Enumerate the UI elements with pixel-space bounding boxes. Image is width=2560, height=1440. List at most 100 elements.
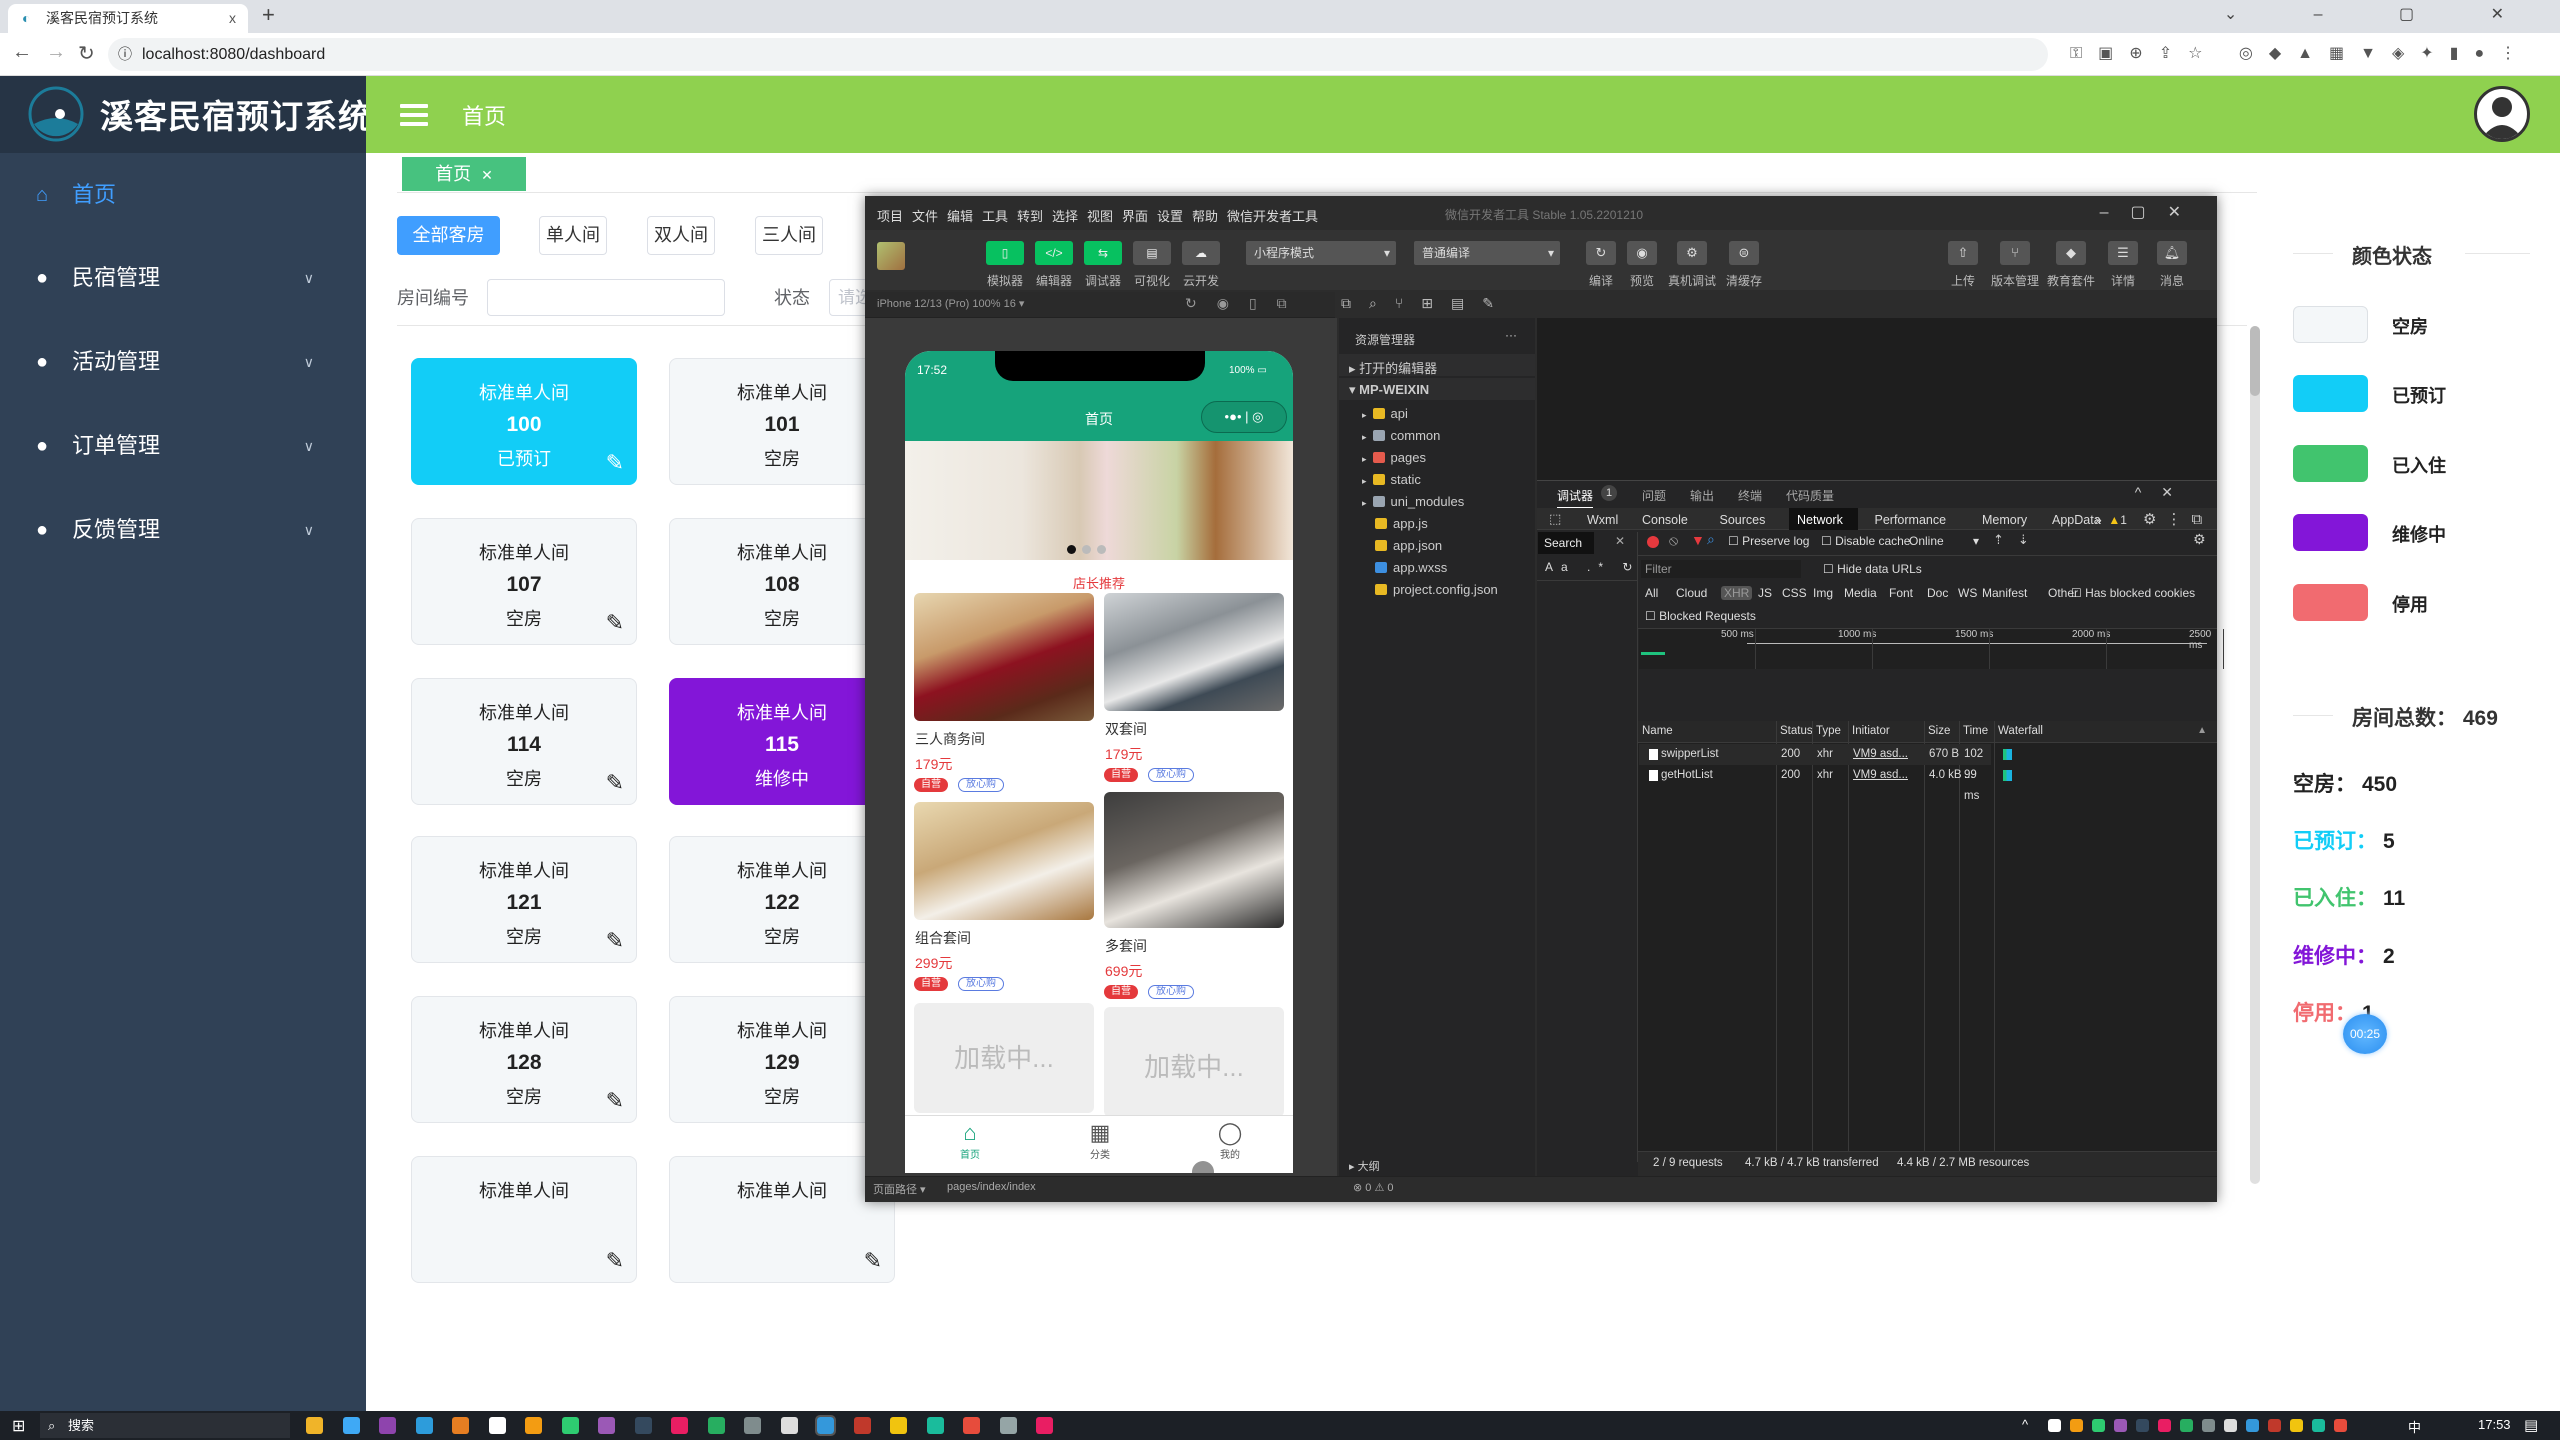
devtools-tab-performance[interactable]: Performance (1875, 513, 1947, 527)
phone-tab-0[interactable]: ⌂ 首页 (905, 1120, 1035, 1161)
preserve-log-checkbox[interactable]: ☐ Preserve log (1728, 534, 1809, 548)
room-card[interactable]: 标准单人间 107 空房 ✎ (411, 518, 637, 645)
taskbar-app-icon[interactable] (452, 1417, 469, 1434)
toolbar-right-button[interactable]: ⑂ (2000, 241, 2030, 265)
room-card[interactable]: 标准单人间 ✎ (411, 1156, 637, 1283)
throttle-select[interactable]: Online ▾ (1909, 534, 1979, 548)
toolbar-4-button[interactable]: ☁ (1182, 241, 1220, 265)
mode-dropdown[interactable]: 小程序模式 ▾ (1246, 241, 1396, 265)
tray-icon[interactable] (2246, 1419, 2259, 1432)
type-filter[interactable]: Doc (1927, 586, 1948, 600)
product-image[interactable] (1104, 792, 1284, 928)
devtools-settings[interactable]: ⚙⋮⧉ (2143, 510, 2212, 528)
close-search-icon[interactable]: ✕ (1615, 534, 1625, 548)
room-card[interactable]: 标准单人间108空房✎ (669, 518, 895, 645)
taskbar-app-icon[interactable] (707, 1417, 725, 1434)
menu-item[interactable]: 微信开发者工具 (1227, 206, 1318, 225)
sidebar-item-0[interactable]: ⌂ 首页 (0, 160, 366, 230)
menu-item[interactable]: 帮助 (1192, 206, 1218, 225)
filter-button[interactable]: 双人间 (647, 216, 715, 255)
toolbar-action-button[interactable]: ↻ (1586, 241, 1616, 265)
toolbar-right-button[interactable]: 🔔︎ (2157, 241, 2187, 265)
toolbar-3-button[interactable]: ▤ (1133, 241, 1171, 265)
toolbar-action-button[interactable]: ◉ (1627, 241, 1657, 265)
recording-timer[interactable]: 00:25 (2343, 1014, 2387, 1054)
menu-toggle-icon[interactable] (400, 104, 428, 126)
record-button[interactable] (1647, 536, 1659, 548)
product-name[interactable]: 多套间 (1105, 936, 1147, 956)
panel-tab[interactable]: 输出 (1690, 487, 1714, 504)
menu-item[interactable]: 编辑 (947, 206, 973, 225)
reload-icon[interactable]: ↻ (78, 41, 95, 66)
taskbar-app-icon[interactable] (598, 1417, 615, 1434)
toolbar-2-button[interactable]: ⇆ (1084, 241, 1122, 265)
toolbar-right-button[interactable]: ☰ (2108, 241, 2138, 265)
taskbar-app-icon[interactable] (926, 1417, 944, 1434)
tray-icon[interactable] (2180, 1419, 2193, 1432)
tray-icon[interactable] (2048, 1419, 2061, 1432)
type-filter[interactable]: All (1645, 586, 1658, 600)
explorer-file[interactable]: app.js (1375, 516, 1428, 531)
type-filter[interactable]: WS (1958, 586, 1977, 600)
tray-icon[interactable] (2224, 1419, 2237, 1432)
panel-tab[interactable]: 调试器 (1557, 487, 1594, 508)
devtools-window-controls[interactable]: –▢✕ (2100, 202, 2203, 222)
taskbar-app-icon[interactable] (671, 1417, 688, 1434)
extension-icons[interactable]: ⚿▣⊕⇪☆ ◎◆▲▦▼◈✦▮●⋮ (2070, 43, 2532, 63)
filter-input[interactable]: Filter (1641, 560, 1801, 578)
taskbar-app-icon[interactable] (634, 1417, 652, 1434)
network-overview[interactable]: 500 ms 1000 ms 1500 ms 2000 ms 2500 ms (1639, 629, 2224, 669)
toolbar-0-button[interactable]: ▯ (986, 241, 1024, 265)
tray-icon[interactable] (2268, 1419, 2281, 1432)
taskbar-app-icon[interactable] (780, 1417, 798, 1434)
banner-swiper[interactable] (905, 441, 1293, 560)
tag-close-icon[interactable]: ✕ (481, 167, 493, 183)
inspect-element-icon[interactable]: ⬚ (1549, 511, 1561, 527)
taskbar-app-icon[interactable] (488, 1417, 506, 1434)
edit-icon[interactable]: ✎ (606, 610, 624, 636)
tray-icon[interactable] (2070, 1419, 2083, 1432)
filter-button[interactable]: 单人间 (539, 216, 607, 255)
menu-item[interactable]: 视图 (1087, 206, 1113, 225)
sidebar-item-3[interactable]: ● 订单管理 ∨ (0, 411, 366, 481)
column-header[interactable]: Type (1816, 725, 1841, 737)
network-row[interactable]: getHotList 200 xhr VM9 asd... 4.0 kB 99 ms (1639, 765, 2012, 802)
taskbar-app-icon[interactable] (1036, 1417, 1053, 1434)
room-card[interactable]: 标准单人间129空房✎ (669, 996, 895, 1123)
phone-tab-2[interactable]: ◯ 我的 (1165, 1120, 1293, 1161)
explorer-more-icon[interactable]: ··· (1505, 328, 1517, 342)
type-filter[interactable]: JS (1758, 586, 1772, 600)
column-header[interactable]: Status (1780, 725, 1813, 737)
blocked-requests-checkbox[interactable]: ☐ Blocked Requests (1645, 609, 1756, 623)
menu-item[interactable]: 设置 (1157, 206, 1183, 225)
capsule-menu[interactable]: •●• | ◎ (1201, 401, 1287, 433)
toolbar-action-button[interactable]: ⊜ (1729, 241, 1759, 265)
edit-icon[interactable]: ✎ (606, 1088, 624, 1114)
taskbar-app-icon[interactable] (815, 1415, 836, 1436)
column-header[interactable]: Size (1928, 725, 1950, 737)
page-path-selector[interactable]: 页面路径 ▾ (873, 1181, 926, 1197)
explorer-folder[interactable]: ▸ static (1362, 472, 1421, 487)
devtools-tab-appdata[interactable]: AppData (2052, 513, 2101, 527)
menu-item[interactable]: 项目 (877, 206, 903, 225)
column-header[interactable]: Name (1642, 725, 1673, 737)
taskbar-app-icon[interactable] (525, 1417, 542, 1434)
column-header[interactable]: Time (1963, 725, 1988, 737)
type-filter[interactable]: XHR (1721, 586, 1753, 600)
info-icon[interactable]: ⓘ (118, 38, 132, 71)
type-filter[interactable]: CSS (1782, 586, 1807, 600)
toolbar-right-button[interactable]: ◆ (2056, 241, 2086, 265)
menu-item[interactable]: 界面 (1122, 206, 1148, 225)
edit-icon[interactable]: ✎ (606, 770, 624, 796)
sidebar-item-1[interactable]: ● 民宿管理 ∨ (0, 243, 366, 313)
network-row[interactable]: swipperList 200 xhr VM9 asd... 670 B 102 ... (1639, 744, 2012, 781)
devtools-tab-sources[interactable]: Sources (1720, 513, 1766, 527)
close-tab-icon[interactable]: x (229, 4, 236, 33)
hide-data-urls-checkbox[interactable]: ☐ Hide data URLs (1823, 562, 1922, 576)
sidebar-item-2[interactable]: ● 活动管理 ∨ (0, 327, 366, 397)
taskbar-app-icon[interactable] (853, 1417, 871, 1434)
type-filter[interactable]: Other (2048, 586, 2078, 600)
panel-tab[interactable]: 终端 (1738, 487, 1762, 504)
product-name[interactable]: 双套间 (1105, 719, 1147, 739)
simulator-actions[interactable]: ↻◉▯⧉ (1185, 295, 1307, 312)
